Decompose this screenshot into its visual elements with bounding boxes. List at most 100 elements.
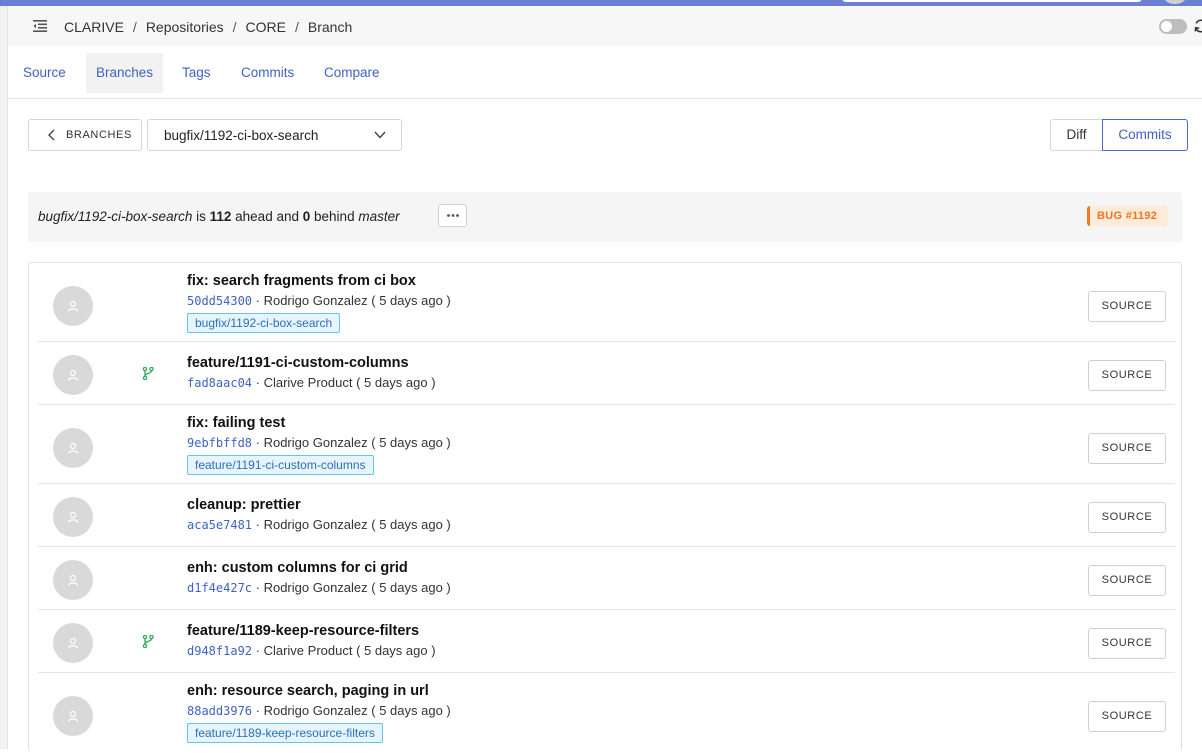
menu-collapse-icon[interactable] (33, 20, 47, 32)
commit-title[interactable]: enh: resource search, paging in url (187, 683, 429, 699)
view-commits-button[interactable]: Commits (1102, 119, 1188, 151)
author-avatar (53, 623, 93, 663)
author-avatar (53, 560, 93, 600)
source-button[interactable]: SOURCE (1088, 701, 1166, 732)
status-branch-name: bugfix/1192-ci-box-search (38, 209, 193, 224)
commit-author-time: · Clarive Product ( 5 days ago ) (252, 643, 436, 658)
commit-hash-link[interactable]: d948f1a92 (187, 644, 252, 658)
ahead-behind-text: bugfix/1192-ci-box-search is 112 ahead a… (38, 209, 400, 224)
merge-icon (142, 367, 154, 380)
branch-tag[interactable]: feature/1191-ci-custom-columns (187, 455, 374, 475)
commit-list: fix: search fragments from ci box 50dd543… (28, 262, 1182, 752)
commit-meta: 9ebfbffd8 · Rodrigo Gonzalez ( 5 days ag… (187, 435, 451, 450)
commit-title[interactable]: fix: failing test (187, 415, 285, 431)
commit-hash-link[interactable]: fad8aac04 (187, 376, 252, 390)
commit-meta: 88add3976 · Rodrigo Gonzalez ( 5 days ag… (187, 703, 451, 718)
theme-toggle[interactable] (1159, 19, 1187, 34)
status-base-branch: master (358, 209, 400, 224)
commit-title[interactable]: enh: custom columns for ci grid (187, 560, 408, 576)
user-icon (67, 300, 79, 312)
commit-hash-link[interactable]: 88add3976 (187, 704, 252, 718)
tab-source[interactable]: Source (13, 53, 76, 93)
commit-title[interactable]: cleanup: prettier (187, 497, 301, 513)
more-actions-button[interactable] (438, 204, 467, 227)
chevron-down-icon (374, 131, 386, 139)
commit-hash-link[interactable]: 9ebfbffd8 (187, 436, 252, 450)
commit-author-time: · Rodrigo Gonzalez ( 5 days ago ) (252, 703, 451, 718)
commit-author-time: · Rodrigo Gonzalez ( 5 days ago ) (252, 435, 451, 450)
page-header: CLARIVE / Repositories / CORE / Branch (8, 6, 1202, 46)
breadcrumb-separator: / (232, 19, 237, 35)
commit-row: cleanup: prettier aca5e7481 · Rodrigo Gon… (38, 484, 1175, 547)
source-button[interactable]: SOURCE (1088, 360, 1166, 391)
breadcrumb-separator: / (132, 19, 137, 35)
bug-issue-badge[interactable]: BUG #1192 (1087, 206, 1168, 226)
tab-tags[interactable]: Tags (172, 53, 221, 93)
commit-title[interactable]: feature/1189-keep-resource-filters (187, 623, 419, 639)
more-dots-icon (447, 214, 459, 217)
commit-author-time: · Rodrigo Gonzalez ( 5 days ago ) (252, 293, 451, 308)
commit-hash-link[interactable]: aca5e7481 (187, 518, 252, 532)
author-avatar (53, 428, 93, 468)
author-avatar (53, 497, 93, 537)
user-icon (67, 710, 79, 722)
branch-tag[interactable]: bugfix/1192-ci-box-search (187, 313, 341, 333)
commit-meta: 50dd54300 · Rodrigo Gonzalez ( 5 days ag… (187, 293, 451, 308)
source-button[interactable]: SOURCE (1088, 628, 1166, 659)
status-behind-text: behind (314, 209, 355, 224)
branch-select[interactable]: bugfix/1192-ci-box-search (147, 119, 402, 151)
global-search-input[interactable] (842, 0, 1142, 2)
user-icon (67, 511, 79, 523)
commit-author-time: · Clarive Product ( 5 days ago ) (252, 375, 436, 390)
view-diff-button[interactable]: Diff (1050, 119, 1103, 151)
breadcrumb: CLARIVE / Repositories / CORE / Branch (64, 19, 352, 35)
merge-icon (142, 635, 154, 648)
commit-author-time: · Rodrigo Gonzalez ( 5 days ago ) (252, 517, 451, 532)
user-icon (67, 369, 79, 381)
status-is: is (196, 209, 206, 224)
breadcrumb-repositories[interactable]: Repositories (146, 19, 224, 35)
author-avatar (53, 355, 93, 395)
user-icon (67, 637, 79, 649)
breadcrumb-separator: / (294, 19, 299, 35)
author-avatar (53, 286, 93, 326)
commit-title[interactable]: feature/1191-ci-custom-columns (187, 355, 409, 371)
commit-meta: fad8aac04 · Clarive Product ( 5 days ago… (187, 375, 436, 390)
branch-select-value: bugfix/1192-ci-box-search (164, 128, 319, 143)
source-button[interactable]: SOURCE (1088, 433, 1166, 464)
author-avatar (53, 696, 93, 736)
status-ahead-text: ahead and (235, 209, 299, 224)
commit-hash-link[interactable]: d1f4e427c (187, 581, 252, 595)
commit-meta: d1f4e427c · Rodrigo Gonzalez ( 5 days ag… (187, 580, 451, 595)
commit-row: fix: failing test 9ebfbffd8 · Rodrigo Gon… (38, 405, 1175, 484)
user-icon (67, 574, 79, 586)
commit-row: enh: custom columns for ci grid d1f4e427c… (38, 547, 1175, 610)
commit-title[interactable]: fix: search fragments from ci box (187, 273, 416, 289)
commit-row: feature/1189-keep-resource-filters d948f1… (38, 610, 1175, 673)
source-button[interactable]: SOURCE (1088, 291, 1166, 322)
tab-compare[interactable]: Compare (314, 53, 390, 93)
breadcrumb-current: Branch (307, 19, 353, 35)
commit-hash-link[interactable]: 50dd54300 (187, 294, 252, 308)
source-button[interactable]: SOURCE (1088, 565, 1166, 596)
ahead-count: 112 (209, 209, 232, 224)
commit-meta: d948f1a92 · Clarive Product ( 5 days ago… (187, 643, 436, 658)
behind-count: 0 (302, 209, 311, 224)
commit-row: feature/1191-ci-custom-columns fad8aac04 … (38, 342, 1175, 405)
commit-author-time: · Rodrigo Gonzalez ( 5 days ago ) (252, 580, 451, 595)
breadcrumb-clarive[interactable]: CLARIVE (64, 19, 124, 35)
branch-tag[interactable]: feature/1189-keep-resource-filters (187, 723, 383, 743)
tab-commits[interactable]: Commits (231, 53, 304, 93)
commit-row: enh: resource search, paging in url 88add… (38, 673, 1175, 753)
user-avatar[interactable] (1164, 0, 1186, 4)
left-rail (0, 6, 8, 749)
back-button-label: BRANCHES (66, 129, 132, 141)
breadcrumb-core[interactable]: CORE (246, 19, 286, 35)
tab-branches[interactable]: Branches (86, 53, 164, 93)
user-icon (67, 442, 79, 454)
chevron-left-icon (48, 129, 55, 141)
commit-row: fix: search fragments from ci box 50dd543… (38, 263, 1175, 342)
back-to-branches-button[interactable]: BRANCHES (28, 119, 142, 151)
source-button[interactable]: SOURCE (1088, 502, 1166, 533)
refresh-icon[interactable] (1193, 18, 1202, 34)
